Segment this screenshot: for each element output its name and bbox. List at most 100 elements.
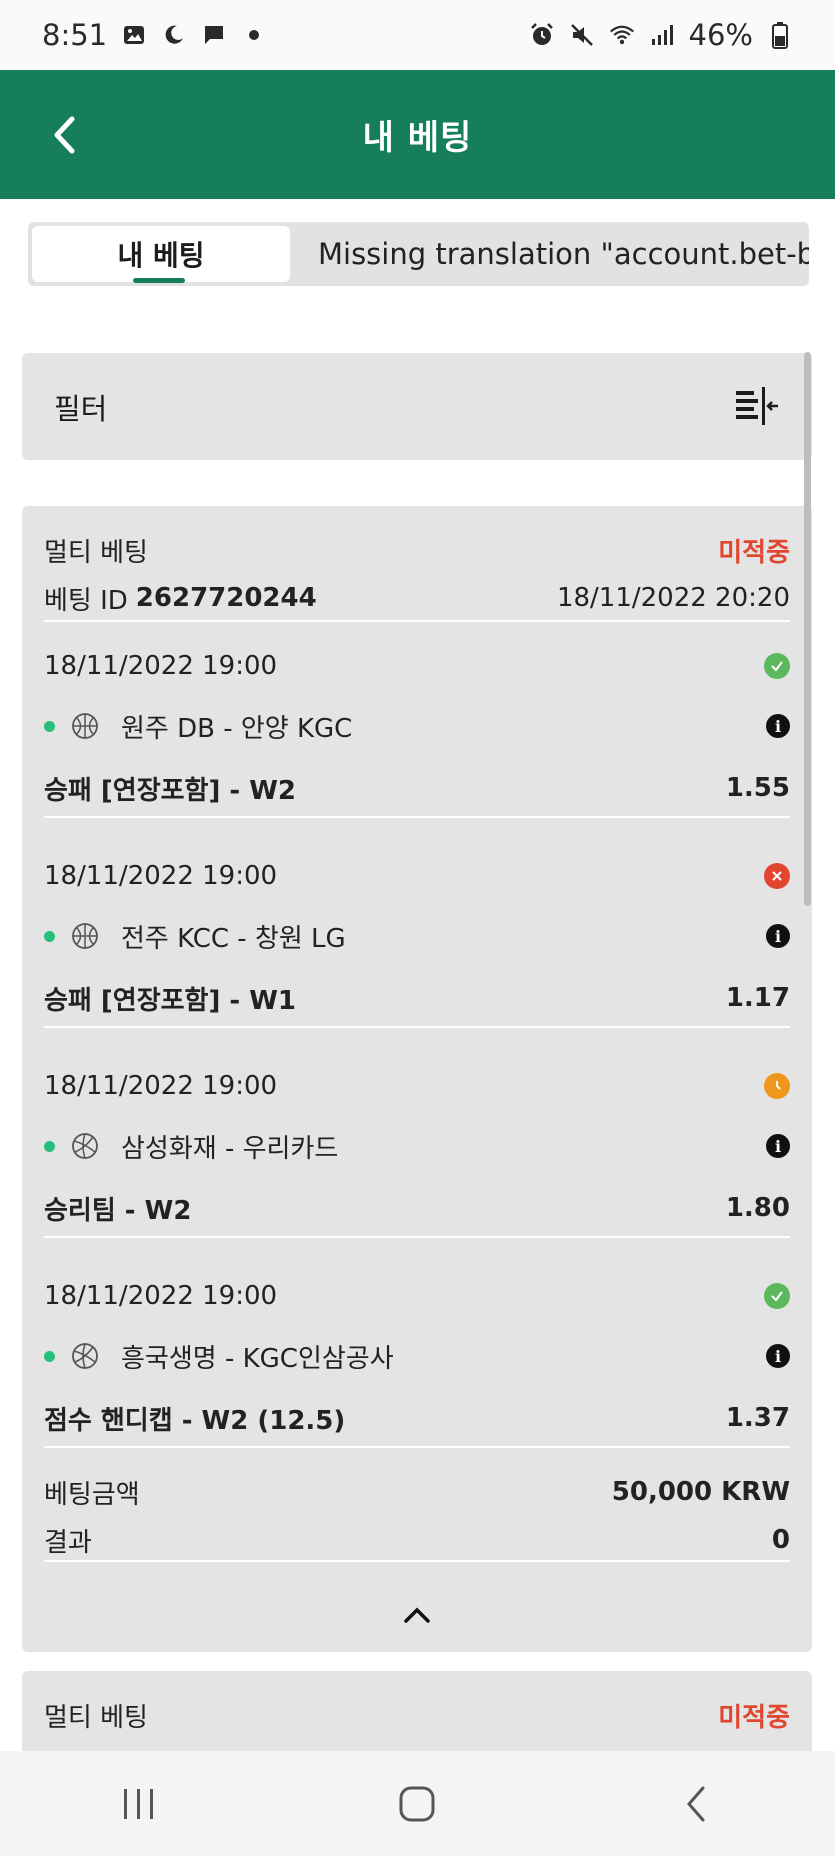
stake-row: 베팅금액 50,000 KRW: [44, 1472, 790, 1512]
selection-match: 흥국생명 - KGC인삼공사: [121, 1343, 394, 1374]
selection-match-row: 전주 KCC - 창원 LG i: [44, 916, 790, 956]
divider: [44, 1446, 790, 1448]
selection-odds: 1.37: [725, 1403, 790, 1433]
selection-match: 삼성화재 - 우리카드: [121, 1133, 339, 1164]
result-value: 0: [771, 1525, 790, 1555]
selection-market: 승리팀 - W2: [44, 1195, 192, 1226]
selection-market-row: 승패 [연장포함] - W2 1.55: [44, 768, 790, 808]
divider: [44, 816, 790, 818]
selection-datetime: 18/11/2022 19:00: [44, 1281, 278, 1311]
bet-status-badge: 미적중: [718, 537, 790, 568]
tab-bet-history[interactable]: Missing translation "account.bet-b: [318, 222, 809, 286]
divider: [44, 1560, 790, 1562]
info-icon[interactable]: i: [766, 714, 790, 738]
divider: [44, 620, 790, 622]
selection-match-row: 삼성화재 - 우리카드 i: [44, 1126, 790, 1166]
result-lost-icon: [764, 863, 790, 889]
selection-match-row: 원주 DB - 안양 KGC i: [44, 706, 790, 746]
mute-icon: [569, 22, 595, 48]
selection-market: 승패 [연장포함] - W2: [44, 775, 297, 806]
recent-apps-button[interactable]: [109, 1774, 169, 1834]
moon-icon: [161, 22, 187, 48]
bet-header-row: 멀티 베팅 미적중: [44, 1697, 790, 1733]
tab-my-bets[interactable]: 내 베팅: [32, 226, 290, 283]
info-icon[interactable]: i: [766, 924, 790, 948]
bet-status-badge: 미적중: [718, 1702, 790, 1733]
selection-market-row: 승패 [연장포함] - W1 1.17: [44, 978, 790, 1018]
selection-market: 승패 [연장포함] - W1: [44, 985, 297, 1016]
bet-type-label: 멀티 베팅: [44, 1702, 148, 1733]
bet-header-row: 멀티 베팅 미적중: [44, 532, 790, 568]
gallery-icon: [121, 22, 147, 48]
volleyball-icon: [72, 1343, 98, 1369]
collapse-button[interactable]: [397, 1600, 437, 1630]
page-title: 내 베팅: [362, 118, 473, 158]
selection-datetime: 18/11/2022 19:00: [44, 1071, 278, 1101]
home-icon: [399, 1786, 435, 1821]
stake-label: 베팅금액: [44, 1479, 140, 1510]
selection-datetime: 18/11/2022 19:00: [44, 651, 278, 681]
bet-id-value: 2627720244: [135, 583, 317, 613]
system-nav-bar: [0, 1751, 835, 1856]
selection-datetime-row: 18/11/2022 19:00: [44, 1276, 790, 1316]
battery-icon: [767, 22, 793, 49]
filter-collapse-icon[interactable]: [734, 386, 780, 427]
selection-match: 원주 DB - 안양 KGC: [121, 713, 353, 744]
message-icon: [201, 22, 227, 48]
result-won-icon: [764, 1283, 790, 1309]
selection-market-row: 점수 핸디캡 - W2 (12.5) 1.37: [44, 1398, 790, 1438]
live-dot: [44, 930, 55, 942]
tab-my-bets-label: 내 베팅: [117, 239, 205, 272]
filter-label: 필터: [54, 391, 108, 426]
signal-icon: [649, 22, 675, 48]
result-row: 결과 0: [44, 1520, 790, 1560]
scrollbar[interactable]: [804, 352, 811, 906]
app-header: 내 베팅: [0, 70, 835, 199]
selection-match-row: 흥국생명 - KGC인삼공사 i: [44, 1336, 790, 1376]
result-won-icon: [764, 653, 790, 679]
back-button[interactable]: [44, 110, 84, 160]
selection-market-row: 승리팀 - W2 1.80: [44, 1188, 790, 1228]
chevron-up-icon: [404, 1607, 430, 1623]
live-dot: [44, 720, 55, 732]
tab-bar: 내 베팅 Missing translation "account.bet-b: [28, 222, 809, 286]
live-dot: [44, 1350, 55, 1362]
basketball-icon: [72, 713, 98, 739]
divider: [44, 1026, 790, 1028]
selection-odds: 1.17: [725, 983, 790, 1013]
back-nav-button[interactable]: [666, 1774, 726, 1834]
back-nav-icon: [686, 1786, 705, 1821]
divider: [44, 1236, 790, 1238]
volleyball-icon: [72, 1133, 98, 1159]
result-pending-clock-icon: [764, 1073, 790, 1099]
status-bar: 8:51 46%: [0, 0, 835, 70]
bet-id-label: 베팅 ID: [44, 585, 128, 616]
selection-odds: 1.55: [725, 773, 790, 803]
bet-id-row: 베팅 ID 2627720244 18/11/2022 20:20: [44, 580, 790, 616]
bet-placed-at: 18/11/2022 20:20: [556, 583, 790, 613]
basketball-icon: [72, 923, 98, 949]
result-label: 결과: [44, 1527, 92, 1558]
tab-active-indicator: [133, 278, 185, 283]
selection-datetime: 18/11/2022 19:00: [44, 861, 278, 891]
selection-odds: 1.80: [725, 1193, 790, 1223]
alarm-icon: [529, 22, 555, 48]
selection-datetime-row: 18/11/2022 19:00: [44, 646, 790, 686]
selection-match: 전주 KCC - 창원 LG: [121, 923, 346, 954]
selection-market: 점수 핸디캡 - W2 (12.5): [44, 1405, 346, 1436]
tab-bet-history-label: Missing translation "account.bet-b: [318, 237, 809, 271]
battery-percent: 46%: [688, 18, 753, 52]
info-icon[interactable]: i: [766, 1134, 790, 1158]
live-dot: [44, 1140, 55, 1152]
notification-dot-icon: [241, 22, 267, 48]
stake-value: 50,000 KRW: [611, 1477, 790, 1507]
filter-bar[interactable]: 필터: [22, 353, 812, 460]
bet-card: 멀티 베팅 미적중 베팅 ID 2627720244 18/11/2022 20…: [22, 506, 812, 1652]
status-time: 8:51: [42, 18, 108, 52]
wifi-icon: [609, 22, 635, 48]
home-button[interactable]: [387, 1774, 447, 1834]
info-icon[interactable]: i: [766, 1344, 790, 1368]
chevron-left-icon: [54, 116, 75, 154]
bet-type-label: 멀티 베팅: [44, 537, 148, 568]
selection-datetime-row: 18/11/2022 19:00: [44, 856, 790, 896]
